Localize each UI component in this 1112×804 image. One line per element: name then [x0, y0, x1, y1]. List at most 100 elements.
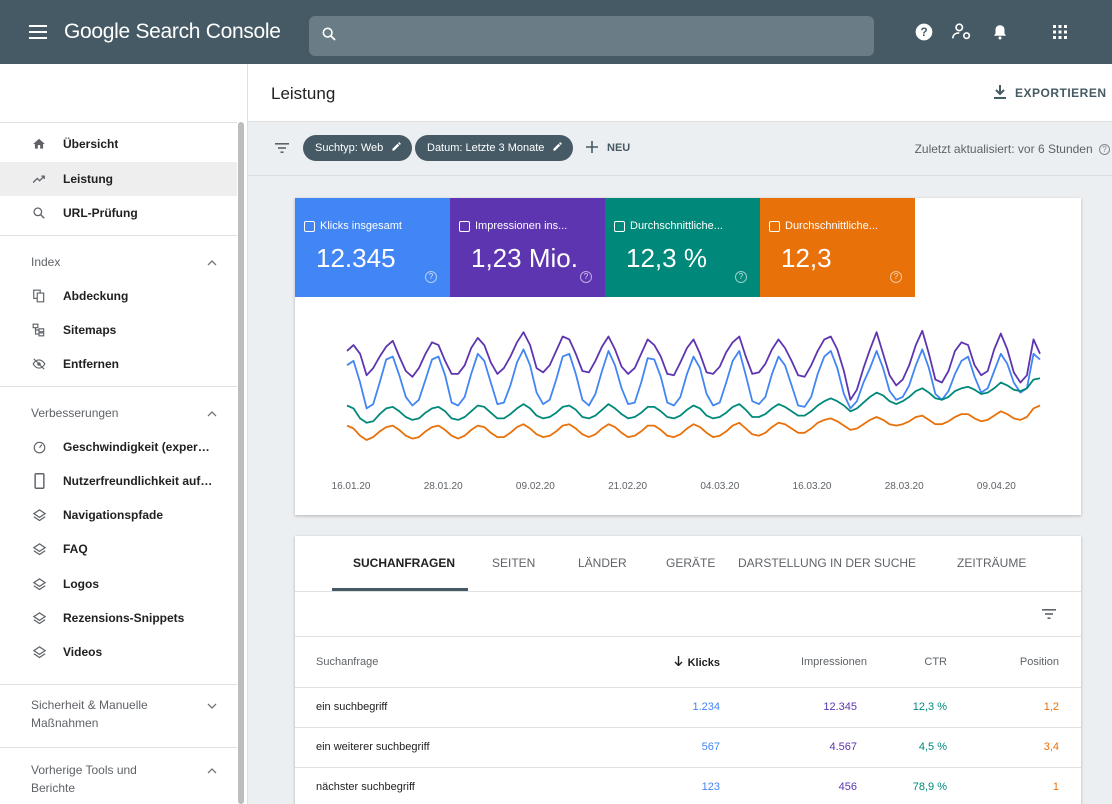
layers-icon	[30, 506, 48, 524]
filter-list-icon[interactable]	[275, 141, 289, 159]
metric-value: 1,23 Mio.	[471, 243, 578, 273]
section-title: Vorherige Tools und Berichte	[31, 763, 137, 795]
phone-icon	[30, 472, 48, 490]
sidebar-item-geschwindigkeit[interactable]: Geschwindigkeit (experimen...	[0, 430, 237, 464]
layers-icon	[30, 643, 48, 661]
help-outline-icon[interactable]: ?	[735, 271, 747, 283]
sidebar-item-label: Entfernen	[63, 357, 120, 371]
sitemap-icon	[30, 321, 48, 339]
add-filter-label: NEU	[607, 142, 631, 154]
last-updated-label: Zuletzt aktualisiert: vor 6 Stunden	[914, 142, 1093, 156]
filter-chip-datum[interactable]: Datum: Letzte 3 Monate	[415, 135, 574, 161]
section-header-vorherige-tools[interactable]: Vorherige Tools und Berichte	[0, 761, 237, 797]
search-input[interactable]	[349, 27, 849, 45]
help-outline-icon[interactable]: ?	[1099, 144, 1110, 156]
sidebar-item-entfernen[interactable]: Entfernen	[0, 347, 237, 381]
column-header-ctr[interactable]: CTR	[907, 656, 947, 668]
column-header-impressionen[interactable]: Impressionen	[792, 656, 867, 668]
export-button[interactable]: EXPORTIEREN	[994, 78, 1107, 108]
checkbox-checked-icon[interactable]	[304, 220, 315, 232]
metric-label: Durchschnittliche...	[785, 220, 878, 232]
sidebar-item-videos[interactable]: Videos	[0, 635, 237, 669]
cell-position: 1,2	[1043, 701, 1059, 713]
plus-icon	[586, 140, 598, 156]
tab-darstellung[interactable]: DARSTELLUNG IN DER SUCHE	[738, 556, 916, 570]
sidebar-item-label: Abdeckung	[63, 289, 129, 303]
sidebar: Übersicht Leistung URL-Prüfung Index Abd…	[0, 64, 248, 804]
apps-grid-icon[interactable]	[1048, 20, 1072, 44]
menu-icon[interactable]	[26, 20, 50, 44]
section-header-verbesserungen[interactable]: Verbesserungen	[0, 404, 237, 422]
x-axis-tick-label: 28.03.20	[885, 481, 924, 492]
sidebar-item-label: FAQ	[63, 542, 88, 556]
sidebar-item-navigationspfade[interactable]: Navigationspfade	[0, 498, 237, 532]
sidebar-item-label: Rezensions-Snippets	[63, 611, 185, 625]
table-row[interactable]: ein suchbegriff 1.234 12.345 12,3 % 1,2	[295, 687, 1081, 725]
sidebar-item-faq[interactable]: FAQ	[0, 532, 237, 566]
metric-card-klicks[interactable]: Klicks insgesamt 12.345 ?	[295, 198, 450, 297]
sidebar-item-label: Geschwindigkeit (experimen...	[63, 440, 213, 454]
column-header-position[interactable]: Position	[1014, 656, 1059, 668]
checkbox-checked-icon[interactable]	[459, 220, 470, 232]
column-header-suchanfrage[interactable]: Suchanfrage	[316, 656, 378, 668]
checkbox-checked-icon[interactable]	[614, 220, 625, 232]
series-line-position[interactable]	[346, 404, 1041, 441]
sidebar-item-url-pruefung[interactable]: URL-Prüfung	[0, 196, 237, 230]
last-updated-text: Zuletzt aktualisiert: vor 6 Stunden ?	[915, 142, 1110, 156]
section-header-index[interactable]: Index	[0, 253, 237, 271]
help-outline-icon[interactable]: ?	[580, 271, 592, 283]
performance-line-chart[interactable]: 16.01.20 28.01.20 09.02.20 21.02.20 04.03.20…	[295, 297, 1081, 515]
cell-query: ein weiterer suchbegriff	[316, 741, 430, 753]
column-header-klicks[interactable]: Klicks	[674, 656, 720, 669]
top-app-bar: Google Search Console ?	[0, 0, 1112, 64]
app-logo[interactable]: Google Search Console	[64, 20, 281, 44]
cell-clicks: 123	[701, 781, 720, 793]
chip-label: Suchtyp: Web	[315, 142, 384, 154]
tab-geraete[interactable]: GERÄTE	[666, 556, 715, 570]
metric-value: 12.345	[316, 243, 396, 273]
filter-chip-suchtyp[interactable]: Suchtyp: Web	[303, 135, 413, 161]
column-header-label: Klicks	[687, 656, 720, 669]
x-axis-tick-label: 09.04.20	[977, 481, 1016, 492]
svg-text:?: ?	[920, 26, 927, 39]
tab-suchanfragen[interactable]: SUCHANFRAGEN	[353, 556, 455, 570]
sidebar-item-sitemaps[interactable]: Sitemaps	[0, 313, 237, 347]
series-line-impressionen[interactable]	[346, 329, 1041, 401]
notifications-icon[interactable]	[988, 20, 1012, 44]
section-title: Verbesserungen	[31, 406, 119, 420]
metric-card-position[interactable]: Durchschnittliche... 12,3 ?	[760, 198, 915, 297]
sidebar-item-logos[interactable]: Logos	[0, 567, 237, 601]
table-filter-icon[interactable]	[1038, 603, 1060, 625]
account-settings-icon[interactable]	[950, 20, 974, 44]
x-axis-tick-label: 16.01.20	[332, 481, 371, 492]
sidebar-item-uebersicht[interactable]: Übersicht	[0, 127, 237, 161]
chip-label: Datum: Letzte 3 Monate	[427, 142, 545, 154]
tab-laender[interactable]: LÄNDER	[578, 556, 627, 570]
sidebar-item-nutzerfreundlichkeit[interactable]: Nutzerfreundlichkeit auf Mo...	[0, 464, 237, 498]
checkbox-checked-icon[interactable]	[769, 220, 780, 232]
cell-clicks: 1.234	[692, 701, 720, 713]
table-row[interactable]: ein weiterer suchbegriff 567 4.567 4,5 %…	[295, 727, 1081, 765]
add-filter-button[interactable]: NEU	[586, 135, 630, 161]
table-row[interactable]: nächster suchbegriff 123 456 78,9 % 1	[295, 767, 1081, 804]
sidebar-item-label: Navigationspfade	[63, 508, 164, 522]
metric-card-impressionen[interactable]: Impressionen ins... 1,23 Mio. ?	[450, 198, 605, 297]
search-bar[interactable]	[309, 16, 874, 56]
download-icon	[994, 84, 1006, 102]
help-icon[interactable]: ?	[912, 20, 936, 44]
tab-seiten[interactable]: SEITEN	[492, 556, 535, 570]
sidebar-item-abdeckung[interactable]: Abdeckung	[0, 279, 237, 313]
metric-card-ctr[interactable]: Durchschnittliche... 12,3 % ?	[605, 198, 760, 297]
help-outline-icon[interactable]: ?	[425, 271, 437, 283]
sidebar-item-rezensions-snippets[interactable]: Rezensions-Snippets	[0, 601, 237, 635]
tab-zeitraeume[interactable]: ZEITRÄUME	[957, 556, 1026, 570]
cell-impressions: 456	[838, 781, 857, 793]
section-header-sicherheit[interactable]: Sicherheit & Manuelle Maßnahmen	[0, 696, 237, 732]
sidebar-item-leistung[interactable]: Leistung	[0, 162, 237, 196]
sidebar-item-label: URL-Prüfung	[63, 206, 138, 220]
help-outline-icon[interactable]: ?	[890, 271, 902, 283]
sidebar-scrollbar[interactable]	[238, 122, 244, 804]
chevron-up-icon	[207, 404, 217, 422]
sidebar-item-label: Nutzerfreundlichkeit auf Mo...	[63, 474, 213, 488]
metric-label: Durchschnittliche...	[630, 220, 723, 232]
